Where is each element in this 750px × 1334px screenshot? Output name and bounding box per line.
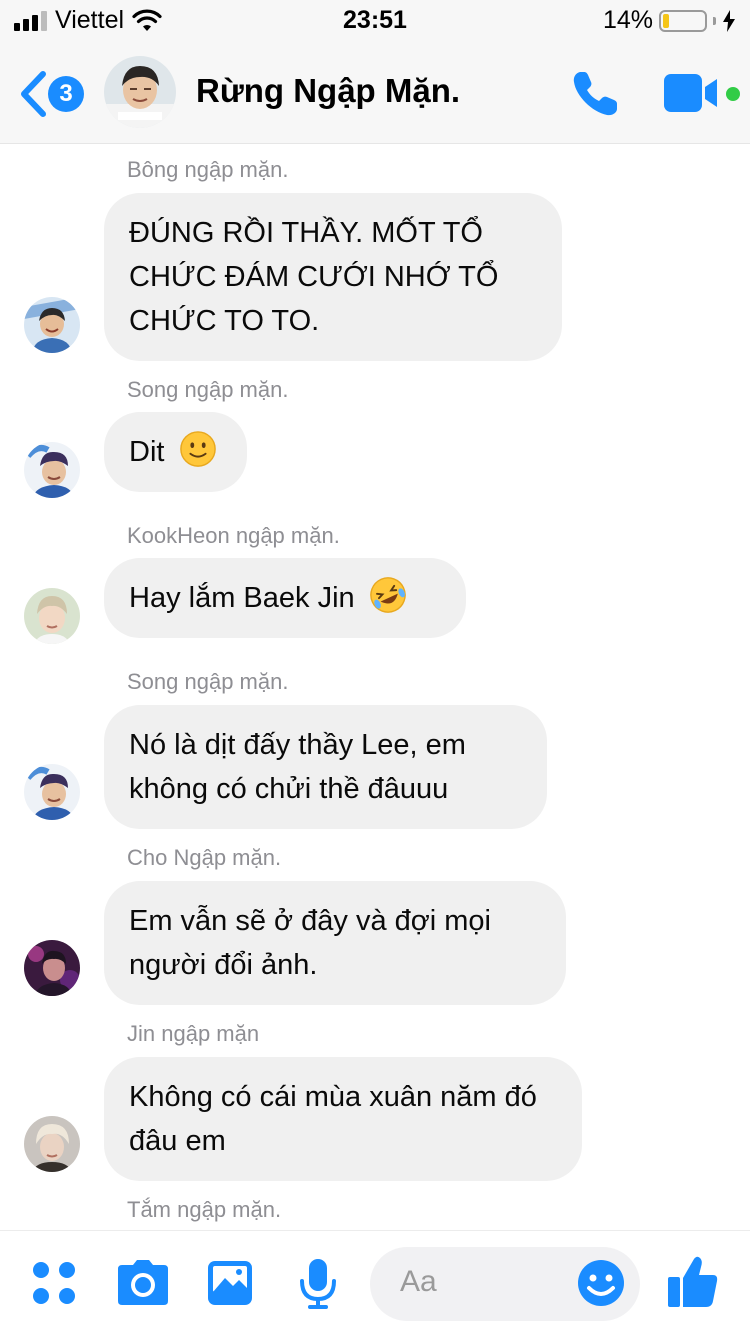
phone-icon <box>573 72 617 116</box>
message-composer: Aa <box>0 1230 750 1334</box>
avatar[interactable] <box>24 1116 80 1172</box>
conversation-title: Rừng Ngập Mặn. <box>196 72 461 109</box>
message-bubble[interactable]: Hay lắm Baek Jin <box>104 558 466 638</box>
charging-bolt-icon <box>723 9 735 32</box>
camera-icon <box>118 1260 168 1305</box>
voice-call-button[interactable] <box>566 64 626 124</box>
unread-count-badge: 3 <box>48 76 84 112</box>
rofl-face-emoji <box>369 577 406 613</box>
message-bubble[interactable]: Em vẫn sẽ ở đây và đợi mọi người đổi ảnh… <box>104 881 566 1005</box>
battery-icon <box>659 9 707 32</box>
chevron-left-icon <box>21 71 46 117</box>
emoji-button[interactable] <box>576 1258 626 1313</box>
avatar[interactable] <box>24 588 80 644</box>
message-bubble[interactable]: Dit <box>104 412 247 492</box>
group-avatar[interactable] <box>104 56 176 128</box>
emoji-icon <box>578 1260 624 1306</box>
gallery-button[interactable] <box>206 1259 254 1312</box>
apps-button[interactable] <box>30 1259 78 1312</box>
online-status-dot <box>726 87 740 101</box>
message-bubble[interactable]: Không có cái mùa xuân năm đó đâu em <box>104 1057 582 1181</box>
conversation-header: 3 Rừng Ngập Mặn. <box>0 40 750 144</box>
sender-name: Cho Ngập mặn. <box>127 845 282 870</box>
message-text: ĐÚNG RỒI THẦY. MỐT TỔ CHỨC ĐÁM CƯỚI NHỚ … <box>129 217 499 337</box>
message-text: Nó là dịt đấy thầy Lee, em không có chửi… <box>129 729 466 805</box>
sender-name: Song ngập mặn. <box>127 377 289 402</box>
slightly-smiling-face-emoji <box>179 431 216 467</box>
battery-tip <box>713 16 716 25</box>
avatar[interactable] <box>24 764 80 820</box>
avatar[interactable] <box>24 940 80 996</box>
message-text: Không có cái mùa xuân năm đó đâu em <box>129 1081 537 1157</box>
battery-percent: 14% <box>602 6 653 34</box>
sender-name: Tắm ngập mặn. <box>127 1197 282 1222</box>
avatar[interactable] <box>24 442 80 498</box>
camera-button[interactable] <box>116 1259 170 1312</box>
message-text: Hay lắm Baek Jin <box>129 582 355 614</box>
sender-name: Jin ngập mặn <box>127 1021 260 1046</box>
message-input-placeholder: Aa <box>400 1265 437 1298</box>
message-bubble[interactable]: Nó là dịt đấy thầy Lee, em không có chửi… <box>104 705 547 829</box>
gallery-icon <box>208 1261 252 1305</box>
avatar[interactable] <box>24 297 80 353</box>
message-list[interactable]: Bông ngập mặn. ĐÚNG RỒI THẦY. MỐT TỔ CHỨ… <box>0 145 750 1230</box>
microphone-icon <box>300 1259 336 1309</box>
message-bubble[interactable]: ĐÚNG RỒI THẦY. MỐT TỔ CHỨC ĐÁM CƯỚI NHỚ … <box>104 193 562 361</box>
sender-name: Song ngập mặn. <box>127 669 289 694</box>
back-button[interactable]: 3 <box>18 70 88 118</box>
video-camera-icon <box>664 74 717 112</box>
like-button[interactable] <box>666 1255 720 1314</box>
message-text: Em vẫn sẽ ở đây và đợi mọi người đổi ảnh… <box>129 905 492 981</box>
sender-name: KookHeon ngập mặn. <box>127 523 340 548</box>
microphone-button[interactable] <box>298 1257 338 1316</box>
battery-fill <box>663 13 669 28</box>
battery-group: 14% <box>603 6 736 35</box>
apps-icon <box>33 1262 75 1304</box>
status-bar: Viettel 23:51 14% <box>0 0 750 40</box>
thumbs-up-icon <box>668 1256 718 1307</box>
message-text: Dit <box>129 436 165 468</box>
sender-name: Bông ngập mặn. <box>127 157 289 182</box>
